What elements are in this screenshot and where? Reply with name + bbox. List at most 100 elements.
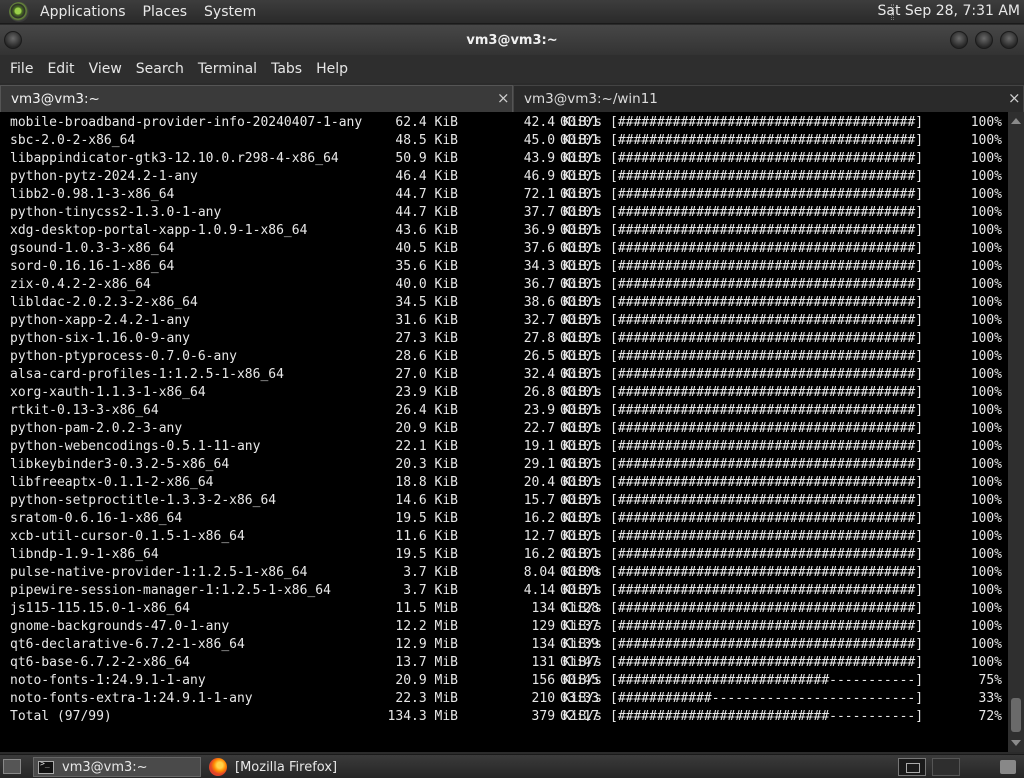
pkg-size: 31.6 KiB bbox=[395, 313, 458, 328]
terminal-line: pipewire-session-manager-1:1.2.5-1-x86_6… bbox=[10, 582, 1004, 600]
terminal-line: mobile-broadband-provider-info-20240407-… bbox=[10, 114, 1004, 132]
progress-bar: [######################################] bbox=[610, 187, 924, 202]
pkg-time: 00:01 bbox=[560, 241, 600, 256]
scroll-up-icon[interactable] bbox=[1011, 118, 1021, 124]
pkg-size: 23.9 KiB bbox=[395, 385, 458, 400]
pkg-time: 00:01 bbox=[560, 223, 600, 238]
terminal-line: python-xapp-2.4.2-1-any 31.6 KiB 32.7 KiB/… bbox=[10, 312, 1004, 330]
pkg-size: 3.7 KiB bbox=[403, 565, 458, 580]
scroll-down-icon[interactable] bbox=[1011, 740, 1021, 746]
pkg-name: python-webencodings-0.5.1-11-any bbox=[10, 439, 261, 454]
pkg-size: 34.5 KiB bbox=[395, 295, 458, 310]
progress-bar: [######################################] bbox=[610, 529, 924, 544]
minimize-button[interactable] bbox=[950, 31, 968, 49]
show-desktop-icon[interactable] bbox=[3, 759, 21, 774]
pkg-time: 00:01 bbox=[560, 457, 600, 472]
terminal-line: noto-fonts-1:24.9.1-1-any 20.9 MiB 156 KiB… bbox=[10, 672, 1004, 690]
terminal-line: pulse-native-provider-1:1.2.5-1-x86_64 3.… bbox=[10, 564, 1004, 582]
terminal-line: noto-fonts-extra-1:24.9.1-1-any 22.3 MiB 2… bbox=[10, 690, 1004, 708]
pkg-size: 11.6 KiB bbox=[395, 529, 458, 544]
pkg-name: noto-fonts-extra-1:24.9.1-1-any bbox=[10, 691, 253, 706]
pkg-name: pulse-native-provider-1:1.2.5-1-x86_64 bbox=[10, 565, 308, 580]
window-titlebar[interactable]: vm3@vm3:~ bbox=[0, 25, 1024, 55]
progress-bar: [######################################] bbox=[610, 259, 924, 274]
progress-percent: 100% bbox=[970, 241, 1002, 256]
terminal-line: python-tinycss2-1.3.0-1-any 44.7 KiB 37.7 … bbox=[10, 204, 1004, 222]
terminal-line: python-ptyprocess-0.7.0-6-any 28.6 KiB 26.… bbox=[10, 348, 1004, 366]
progress-bar: [######################################] bbox=[610, 277, 924, 292]
progress-percent: 72% bbox=[978, 709, 1002, 724]
pkg-name: sratom-0.6.16-1-x86_64 bbox=[10, 511, 183, 526]
menu-search[interactable]: Search bbox=[129, 61, 191, 77]
terminal-line: sbc-2.0-2-x86_64 48.5 KiB 45.0 KiB/s 00:01[… bbox=[10, 132, 1004, 150]
terminal-line: python-pytz-2024.2-1-any 46.4 KiB 46.9 KiB… bbox=[10, 168, 1004, 186]
pkg-name: libldac-2.0.2.3-2-x86_64 bbox=[10, 295, 198, 310]
workspace-1-button[interactable] bbox=[898, 758, 926, 776]
pkg-size: 12.2 MiB bbox=[395, 619, 458, 634]
pkg-name: zix-0.4.2-2-x86_64 bbox=[10, 277, 151, 292]
taskbar-item-firefox[interactable]: [Mozilla Firefox] bbox=[205, 757, 405, 777]
progress-percent: 100% bbox=[970, 655, 1002, 670]
distro-logo-icon[interactable] bbox=[9, 1, 29, 22]
pkg-time: 00:01 bbox=[560, 295, 600, 310]
pkg-size: 11.5 MiB bbox=[395, 601, 458, 616]
progress-bar: [######################################] bbox=[610, 439, 924, 454]
pkg-name: qt6-base-6.7.2-2-x86_64 bbox=[10, 655, 191, 670]
panel-menu-places[interactable]: Places bbox=[137, 4, 194, 20]
progress-percent: 100% bbox=[970, 529, 1002, 544]
menu-terminal[interactable]: Terminal bbox=[191, 61, 264, 77]
menu-file[interactable]: File bbox=[3, 61, 40, 77]
tab-close-icon[interactable]: × bbox=[1008, 90, 1021, 106]
pkg-time: 01:37 bbox=[560, 619, 600, 634]
scrollbar-thumb[interactable] bbox=[1011, 698, 1021, 732]
progress-percent: 100% bbox=[970, 439, 1002, 454]
terminal-line: alsa-card-profiles-1:1.2.5-1-x86_64 27.0 … bbox=[10, 366, 1004, 384]
pkg-time: 03:33 bbox=[560, 691, 600, 706]
pkg-size: 22.1 KiB bbox=[395, 439, 458, 454]
progress-bar: [######################################] bbox=[610, 619, 924, 634]
pkg-size: 18.8 KiB bbox=[395, 475, 458, 490]
terminal-output[interactable]: mobile-broadband-provider-info-20240407-… bbox=[0, 112, 1008, 752]
pkg-time: 01:28 bbox=[560, 601, 600, 616]
terminal-icon bbox=[38, 759, 54, 774]
progress-bar: [######################################] bbox=[610, 313, 924, 328]
pkg-time: 00:01 bbox=[560, 115, 600, 130]
tab-home[interactable]: vm3@vm3:~ × bbox=[0, 85, 513, 112]
terminal-scrollbar[interactable] bbox=[1008, 112, 1024, 752]
progress-percent: 100% bbox=[970, 223, 1002, 238]
panel-clock[interactable]: Sat Sep 28, 7:31 AM bbox=[877, 3, 1020, 19]
pkg-name: python-setproctitle-1.3.3-2-x86_64 bbox=[10, 493, 277, 508]
pkg-time: 00:01 bbox=[560, 439, 600, 454]
progress-percent: 100% bbox=[970, 295, 1002, 310]
progress-bar: [###########################-----------] bbox=[610, 709, 924, 724]
progress-percent: 75% bbox=[978, 673, 1002, 688]
workspace-2-button[interactable] bbox=[932, 758, 960, 776]
menu-tabs[interactable]: Tabs bbox=[264, 61, 309, 77]
pkg-name: rtkit-0.13-3-x86_64 bbox=[10, 403, 159, 418]
progress-percent: 100% bbox=[970, 421, 1002, 436]
progress-percent: 100% bbox=[970, 151, 1002, 166]
window-menu-button[interactable] bbox=[4, 31, 22, 49]
taskbar-item-label: vm3@vm3:~ bbox=[62, 759, 148, 775]
panel-menu-system[interactable]: System bbox=[198, 4, 262, 20]
pkg-size: 19.5 KiB bbox=[395, 511, 458, 526]
pkg-name: libkeybinder3-0.3.2-5-x86_64 bbox=[10, 457, 230, 472]
pkg-name: pipewire-session-manager-1:1.2.5-1-x86_6… bbox=[10, 583, 331, 598]
menu-help[interactable]: Help bbox=[309, 61, 355, 77]
progress-bar: [######################################] bbox=[610, 349, 924, 364]
pkg-size: 62.4 KiB bbox=[395, 115, 458, 130]
pkg-time: 00:01 bbox=[560, 403, 600, 418]
tab-close-icon[interactable]: × bbox=[497, 90, 510, 106]
menu-edit[interactable]: Edit bbox=[40, 61, 81, 77]
pkg-size: 20.9 MiB bbox=[395, 673, 458, 688]
panel-menu-applications[interactable]: Applications bbox=[34, 4, 132, 20]
menu-view[interactable]: View bbox=[82, 61, 129, 77]
tab-win11[interactable]: vm3@vm3:~/win11 × bbox=[513, 85, 1024, 112]
taskbar-item-terminal[interactable]: vm3@vm3:~ bbox=[33, 757, 201, 777]
pkg-size: 43.6 KiB bbox=[395, 223, 458, 238]
close-button[interactable] bbox=[1000, 31, 1018, 49]
maximize-button[interactable] bbox=[975, 31, 993, 49]
progress-bar: [######################################] bbox=[610, 421, 924, 436]
progress-percent: 100% bbox=[970, 547, 1002, 562]
trash-icon[interactable] bbox=[1000, 760, 1016, 774]
